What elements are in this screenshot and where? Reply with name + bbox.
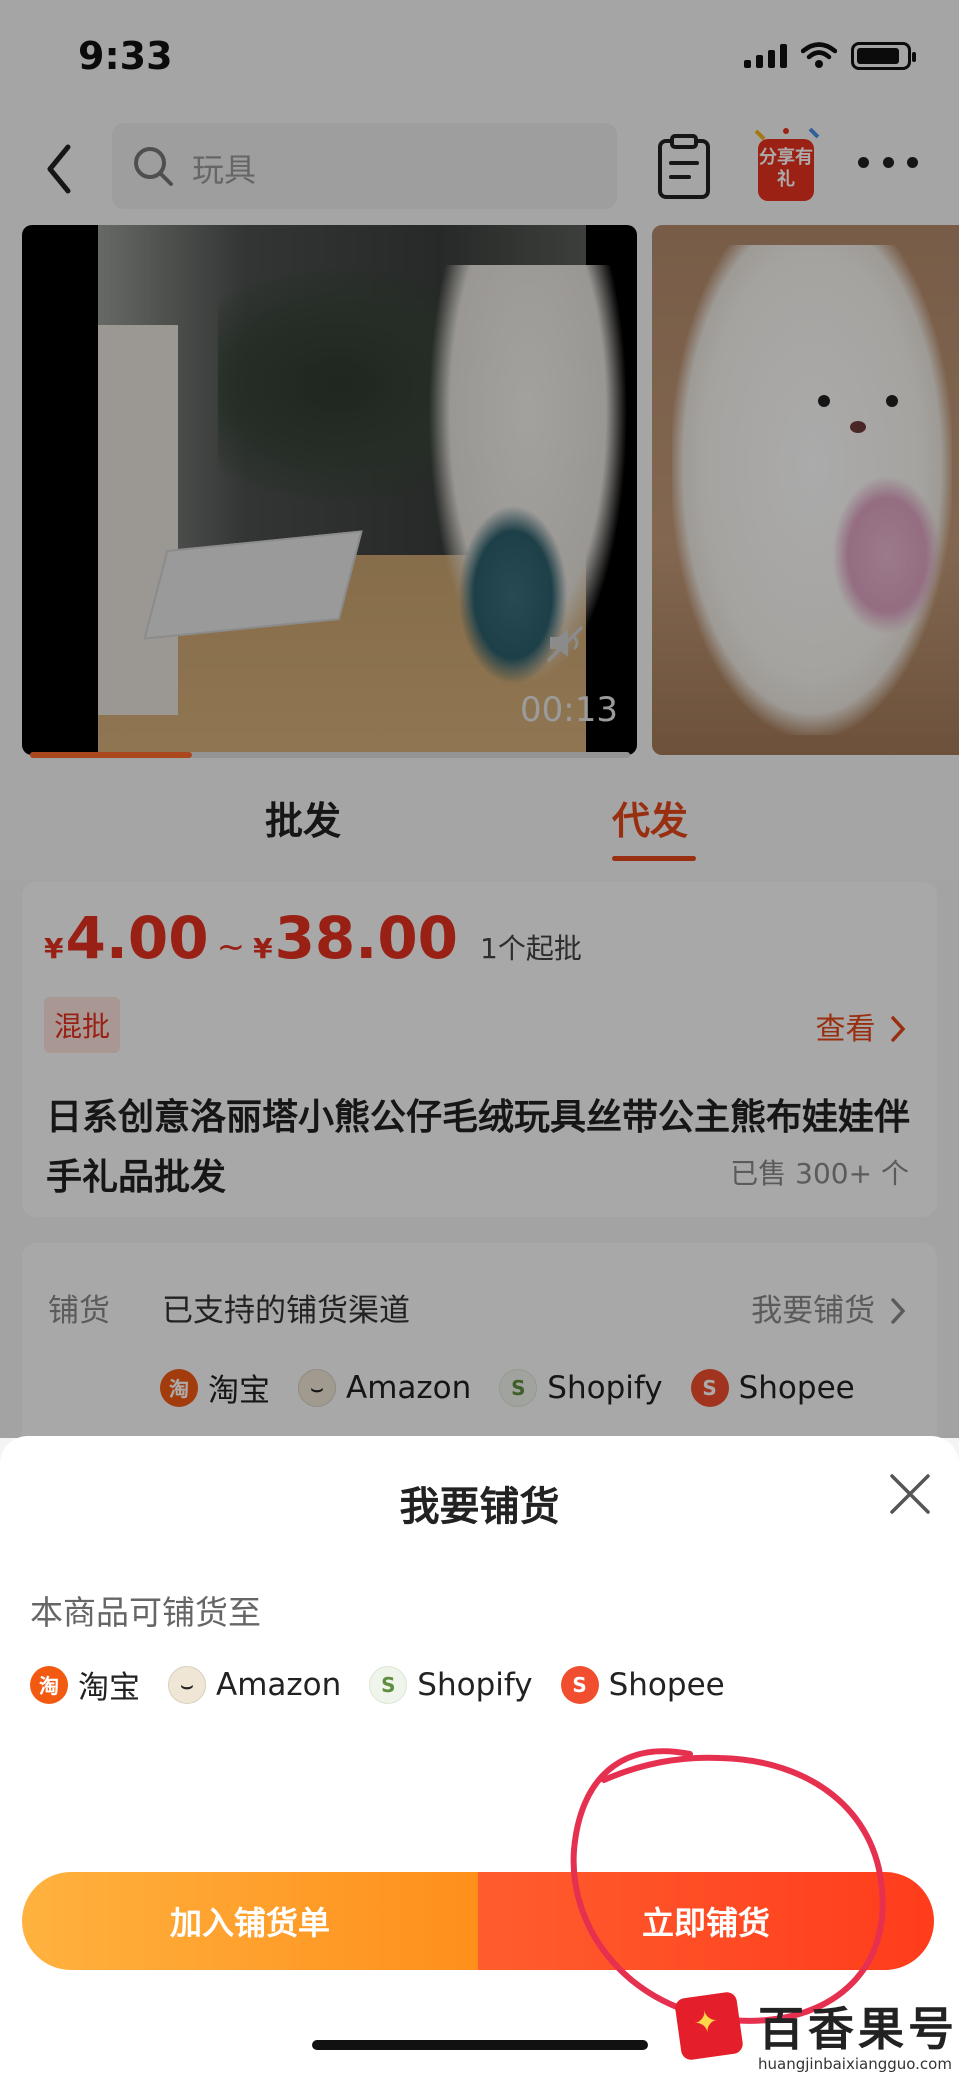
platform-label: Amazon (216, 1666, 342, 1703)
list-now-button[interactable]: 立即铺货 (478, 1872, 934, 1970)
sheet-action-buttons: 加入铺货单 立即铺货 (22, 1872, 934, 1970)
platform-taobao: 淘 淘宝 (30, 1662, 140, 1707)
watermark-url: huangjinbaixiangguo.com (758, 2055, 952, 2073)
shopify-icon: S (369, 1665, 408, 1704)
modal-backdrop[interactable] (0, 0, 959, 1438)
sheet-title: 我要铺货 (399, 1484, 560, 1530)
close-icon[interactable] (884, 1468, 936, 1520)
platform-shopee: S Shopee (560, 1665, 725, 1704)
watermark-logo-icon (673, 1990, 745, 2062)
home-indicator (312, 2040, 648, 2050)
watermark: 百香果号 huangjinbaixiangguo.com (673, 1990, 959, 2077)
platform-label: Shopify (417, 1666, 533, 1703)
shopee-icon: S (560, 1665, 599, 1704)
list-goods-sheet: 我要铺货 本商品可铺货至 淘 淘宝 ⌣ Amazon S Shopify S S… (0, 1436, 959, 2077)
sheet-subtitle: 本商品可铺货至 (30, 1593, 261, 1632)
platform-label: Shopee (608, 1666, 725, 1703)
platform-amazon: ⌣ Amazon (168, 1665, 342, 1704)
add-to-list-button[interactable]: 加入铺货单 (22, 1872, 478, 1970)
amazon-icon: ⌣ (168, 1665, 206, 1704)
sheet-platform-list: 淘 淘宝 ⌣ Amazon S Shopify S Shopee (30, 1662, 753, 1707)
watermark-name: 百香果号 (758, 2002, 958, 2056)
product-detail-page: 9:33 玩具 分享有礼 00:13 批发 代发 ¥ 4.00 ~ ¥ 38.0… (0, 0, 959, 2077)
platform-shopify: S Shopify (369, 1665, 533, 1704)
taobao-icon: 淘 (30, 1665, 68, 1704)
platform-label: 淘宝 (78, 1670, 140, 1706)
